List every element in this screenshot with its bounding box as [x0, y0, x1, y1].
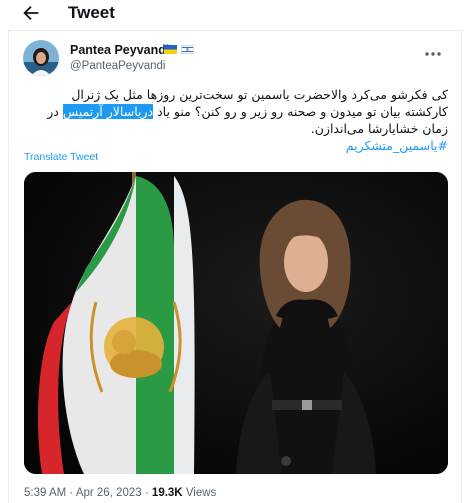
hashtag-link[interactable]: #یاسمین_متشکریم: [346, 138, 448, 153]
tweet-date[interactable]: Apr 26, 2023: [76, 487, 142, 499]
translate-tweet-link[interactable]: Translate Tweet: [24, 151, 98, 163]
flag-ukraine-icon: [164, 45, 177, 54]
meta-separator: ·: [144, 487, 149, 499]
views-label: Views: [185, 487, 217, 499]
avatar[interactable]: [23, 40, 59, 76]
page-title: Tweet: [68, 3, 115, 22]
top-bar: Tweet: [0, 0, 474, 26]
author-handle[interactable]: @PanteaPeyvandi: [70, 60, 165, 72]
tweet-meta: 5:39 AM · Apr 26, 2023 · 19.3K Views: [24, 487, 216, 499]
highlighted-text: دریاسالار آرتمیس: [62, 104, 154, 119]
views-count: 19.3K: [151, 487, 183, 499]
meta-separator: ·: [69, 487, 74, 499]
more-options-button[interactable]: [422, 46, 444, 56]
tweet-time[interactable]: 5:39 AM: [24, 487, 66, 499]
tweet-text: کی فکرشو می‌کرد والاحضرت یاسمین تو سخت‌ت…: [24, 86, 448, 154]
back-button[interactable]: [20, 2, 44, 24]
arrow-left-icon: [23, 5, 39, 21]
more-dots-icon: [425, 52, 441, 56]
flag-israel-icon: [181, 45, 194, 54]
tweet-photo[interactable]: [24, 172, 448, 474]
author-display-name[interactable]: Pantea Peyvandi: [70, 43, 169, 57]
